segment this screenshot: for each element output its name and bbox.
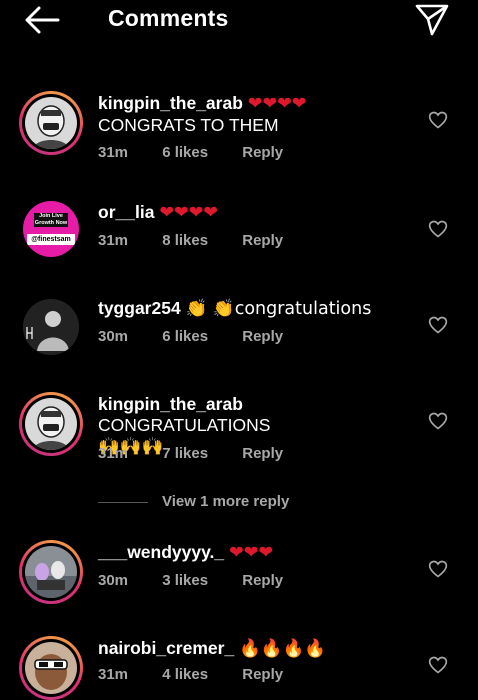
comment-meta: 31m 8 likes Reply: [98, 232, 283, 249]
heart-outline-icon[interactable]: [428, 219, 448, 239]
comment-time: 31m: [98, 144, 129, 161]
heart-outline-icon[interactable]: [428, 315, 448, 335]
comment-likes[interactable]: 3 likes: [162, 572, 208, 589]
comment-meta: 31m 7 likes Reply: [98, 445, 283, 462]
comment-time: 30m: [98, 328, 129, 345]
comment-body: tyggar254 👏 👏congratulations: [98, 298, 410, 320]
view-more-replies-label[interactable]: View 1 more reply: [162, 493, 289, 510]
reply-button[interactable]: Reply: [242, 328, 283, 345]
comment-username[interactable]: tyggar254: [98, 298, 181, 318]
avatar[interactable]: [19, 636, 83, 700]
comment-time: 31m: [98, 232, 129, 249]
comment-username[interactable]: kingpin_the_arab: [98, 93, 243, 113]
reply-button[interactable]: Reply: [242, 572, 283, 589]
comment-text-line2: CONGRATS TO THEM: [98, 115, 279, 135]
comment-text: ❤❤❤❤: [159, 203, 218, 223]
comment-meta: 31m 6 likes Reply: [98, 144, 283, 161]
comment-body: ___wendyyyy._ ❤❤❤: [98, 542, 410, 564]
back-arrow-icon[interactable]: [22, 4, 62, 36]
comment-text: CONGRATULATIONS: [98, 415, 271, 435]
comment-likes[interactable]: 6 likes: [162, 328, 208, 345]
header: Comments: [0, 0, 478, 44]
comment-likes[interactable]: 6 likes: [162, 144, 208, 161]
comment-likes[interactable]: 7 likes: [162, 445, 208, 462]
divider-line: [98, 501, 148, 503]
comment-body: nairobi_cremer_ 🔥🔥🔥🔥: [98, 638, 410, 660]
heart-outline-icon[interactable]: [428, 110, 448, 130]
avatar[interactable]: [19, 91, 83, 155]
avatar[interactable]: Join Live Growth Now @finestsam: [23, 201, 79, 257]
reply-button[interactable]: Reply: [242, 144, 283, 161]
comment-username[interactable]: ___wendyyyy._: [98, 542, 224, 562]
send-icon[interactable]: [414, 3, 450, 37]
page-title: Comments: [108, 5, 229, 31]
avatar[interactable]: [19, 540, 83, 604]
comment-username[interactable]: or__lia: [98, 202, 154, 222]
avatar-badge-top: Join Live Growth Now: [34, 213, 68, 227]
comment-likes[interactable]: 8 likes: [162, 232, 208, 249]
reply-button[interactable]: Reply: [242, 445, 283, 462]
comment-text: ❤❤❤: [229, 543, 274, 563]
comment-body: kingpin_the_arab ❤❤❤❤ CONGRATS TO THEM: [98, 93, 410, 136]
comment-meta: 30m 6 likes Reply: [98, 328, 283, 345]
reply-button[interactable]: Reply: [242, 232, 283, 249]
comment-text: ❤❤❤❤: [247, 94, 307, 114]
comment-time: 31m: [98, 666, 129, 683]
avatar-badge-bottom: @finestsam: [27, 234, 75, 245]
comment-time: 30m: [98, 572, 129, 589]
comment-meta: 30m 3 likes Reply: [98, 572, 283, 589]
comment-username[interactable]: kingpin_the_arab: [98, 394, 243, 414]
view-more-replies[interactable]: View 1 more reply: [98, 493, 289, 510]
comment-text: 👏 👏congratulations: [185, 299, 372, 319]
comment-username[interactable]: nairobi_cremer_: [98, 638, 234, 658]
heart-outline-icon[interactable]: [428, 655, 448, 675]
comment-likes[interactable]: 4 likes: [162, 666, 208, 683]
reply-button[interactable]: Reply: [242, 666, 283, 683]
comment-meta: 31m 4 likes Reply: [98, 666, 283, 683]
heart-outline-icon[interactable]: [428, 411, 448, 431]
avatar[interactable]: [23, 299, 79, 355]
comment-time: 31m: [98, 445, 129, 462]
avatar[interactable]: [19, 392, 83, 456]
heart-outline-icon[interactable]: [428, 559, 448, 579]
comment-body: or__lia ❤❤❤❤: [98, 202, 410, 224]
comment-text: 🔥🔥🔥🔥: [239, 639, 327, 659]
